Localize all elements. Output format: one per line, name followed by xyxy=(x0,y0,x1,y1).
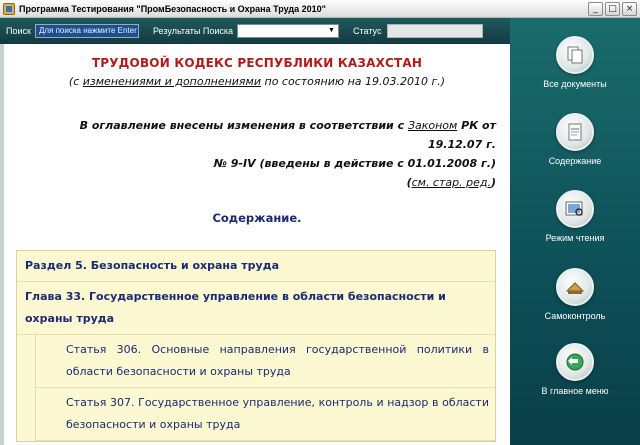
document-subtitle: (с изменениями и дополнениями по состоян… xyxy=(8,75,506,88)
window-controls: _ □ × xyxy=(588,2,637,16)
amendment-line-4: (см. стар. ред.) xyxy=(36,173,496,192)
reading-mode-icon xyxy=(556,190,594,228)
toc-list: Раздел 5. Безопасность и охрана труда Гл… xyxy=(16,250,496,442)
amendment-line-1: В оглавление внесены изменения в соответ… xyxy=(36,116,496,135)
sidebar-item-contents[interactable]: Содержание xyxy=(510,113,640,166)
sidebar-item-reading-mode[interactable]: Режим чтения xyxy=(510,190,640,243)
close-button[interactable]: × xyxy=(622,2,637,16)
minimize-button[interactable]: _ xyxy=(588,2,603,16)
amendment-note: В оглавление внесены изменения в соответ… xyxy=(36,116,496,192)
window-title: Программа Тестирования "ПромБезопасность… xyxy=(19,3,326,14)
search-label: Поиск xyxy=(6,26,31,36)
document-title: ТРУДОВОЙ КОДЕКС РЕСПУБЛИКИ КАЗАХСТАН xyxy=(91,56,423,70)
title-bar: Программа Тестирования "ПромБезопасность… xyxy=(0,0,640,18)
self-test-icon xyxy=(556,268,594,306)
sidebar-item-label: Режим чтения xyxy=(545,233,605,243)
amendment-line-3: № 9-IV (введены в действие с 01.01.2008 … xyxy=(213,157,496,170)
amendment-line-1-text: В оглавление внесены изменения в соответ… xyxy=(79,119,408,132)
sidebar-item-main-menu[interactable]: В главное меню xyxy=(510,343,640,396)
toc-article[interactable]: Статья 306. Основные направления государ… xyxy=(35,335,495,388)
law-link[interactable]: Законом xyxy=(408,119,457,132)
old-edition-link[interactable]: см. стар. ред. xyxy=(412,176,491,189)
back-arrow-icon xyxy=(556,343,594,381)
results-label: Результаты Поиска xyxy=(152,26,233,36)
toc-section[interactable]: Раздел 5. Безопасность и охрана труда xyxy=(17,251,495,282)
toc-chapter[interactable]: Глава 33. Государственное управление в о… xyxy=(17,282,495,335)
toc-article[interactable]: Статья 307. Государственное управление, … xyxy=(35,388,495,441)
search-input[interactable]: Для поиска нажмите Enter xyxy=(34,24,139,38)
amendment-line-2: 19.12.07 г. xyxy=(427,138,496,151)
toc-title: Содержание. xyxy=(212,211,302,225)
documents-icon xyxy=(556,36,594,74)
sidebar-item-label: Самоконтроль xyxy=(544,311,606,321)
chevron-down-icon[interactable]: ▼ xyxy=(326,26,337,36)
document-panel: ТРУДОВОЙ КОДЕКС РЕСПУБЛИКИ КАЗАХСТАН (с … xyxy=(0,44,508,445)
sidebar: Все документы Содержание Режим чтения Са… xyxy=(510,18,640,445)
sidebar-item-label: Содержание xyxy=(548,156,602,166)
status-field xyxy=(387,24,484,38)
paren-close: ) xyxy=(490,176,496,189)
app-icon xyxy=(3,2,15,15)
sidebar-item-self-test[interactable]: Самоконтроль xyxy=(510,268,640,321)
sidebar-item-label: Все документы xyxy=(543,79,607,89)
amendment-line-1-suffix: РК от xyxy=(457,119,496,132)
status-label: Статус xyxy=(353,26,382,36)
results-dropdown[interactable]: ▼ xyxy=(237,24,339,38)
contents-icon xyxy=(556,113,594,151)
subtitle-suffix: по состоянию на 19.03.2010 г.) xyxy=(261,75,446,88)
subtitle-prefix: (с xyxy=(68,75,83,88)
sidebar-item-all-documents[interactable]: Все документы xyxy=(510,36,640,89)
maximize-button[interactable]: □ xyxy=(605,2,620,16)
search-toolbar: Поиск Для поиска нажмите Enter Результат… xyxy=(0,18,510,44)
sidebar-item-label: В главное меню xyxy=(541,386,609,396)
amendments-link[interactable]: изменениями и дополнениями xyxy=(83,75,261,88)
